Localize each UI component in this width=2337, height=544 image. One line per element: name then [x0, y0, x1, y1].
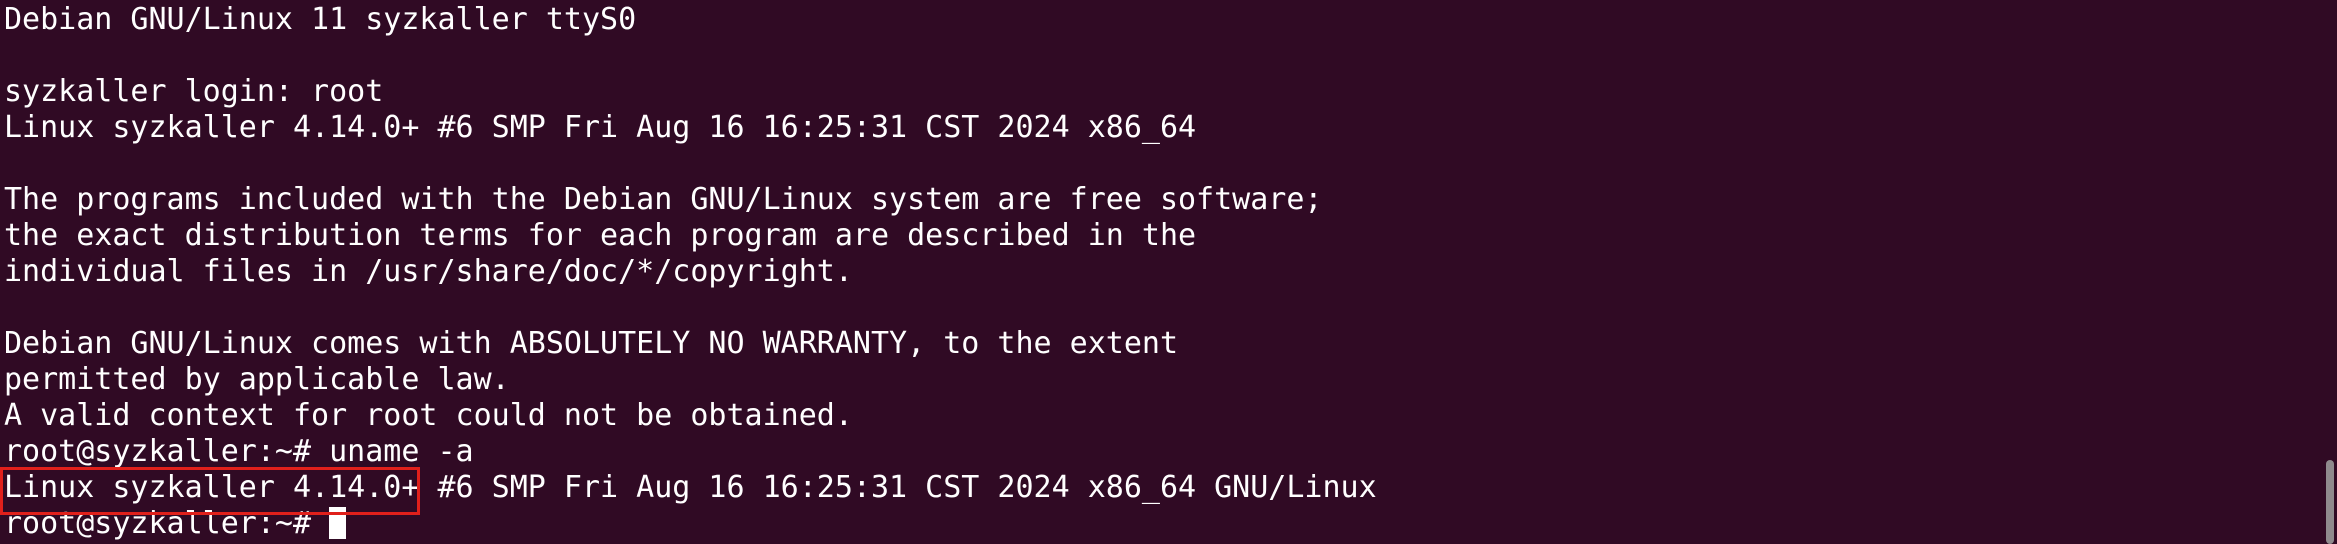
terminal-line: syzkaller login: root — [4, 74, 384, 109]
terminal-line: individual files in /usr/share/doc/*/cop… — [4, 254, 853, 289]
terminal-line: the exact distribution terms for each pr… — [4, 218, 1197, 253]
terminal-line: The programs included with the Debian GN… — [4, 182, 1323, 217]
terminal-line: A valid context for root could not be ob… — [4, 398, 853, 433]
terminal-window[interactable]: Debian GNU/Linux 11 syzkaller ttyS0 syzk… — [0, 0, 2337, 544]
terminal-line: Linux syzkaller 4.14.0+ #6 SMP Fri Aug 1… — [4, 110, 1197, 145]
terminal-line: root@syzkaller:~# uname -a — [4, 434, 474, 469]
terminal-output: Debian GNU/Linux 11 syzkaller ttyS0 syzk… — [4, 2, 1377, 542]
terminal-line: Debian GNU/Linux comes with ABSOLUTELY N… — [4, 326, 1178, 361]
terminal-line: permitted by applicable law. — [4, 362, 510, 397]
scrollbar-thumb[interactable] — [2326, 460, 2334, 544]
terminal-line: Debian GNU/Linux 11 syzkaller ttyS0 — [4, 2, 637, 37]
scrollbar[interactable] — [2323, 0, 2337, 544]
terminal-prompt-line[interactable]: root@syzkaller:~# — [4, 506, 1377, 542]
terminal-prompt: root@syzkaller:~# — [4, 506, 330, 541]
terminal-cursor — [329, 507, 347, 539]
terminal-line: Linux syzkaller 4.14.0+ #6 SMP Fri Aug 1… — [4, 470, 1377, 505]
